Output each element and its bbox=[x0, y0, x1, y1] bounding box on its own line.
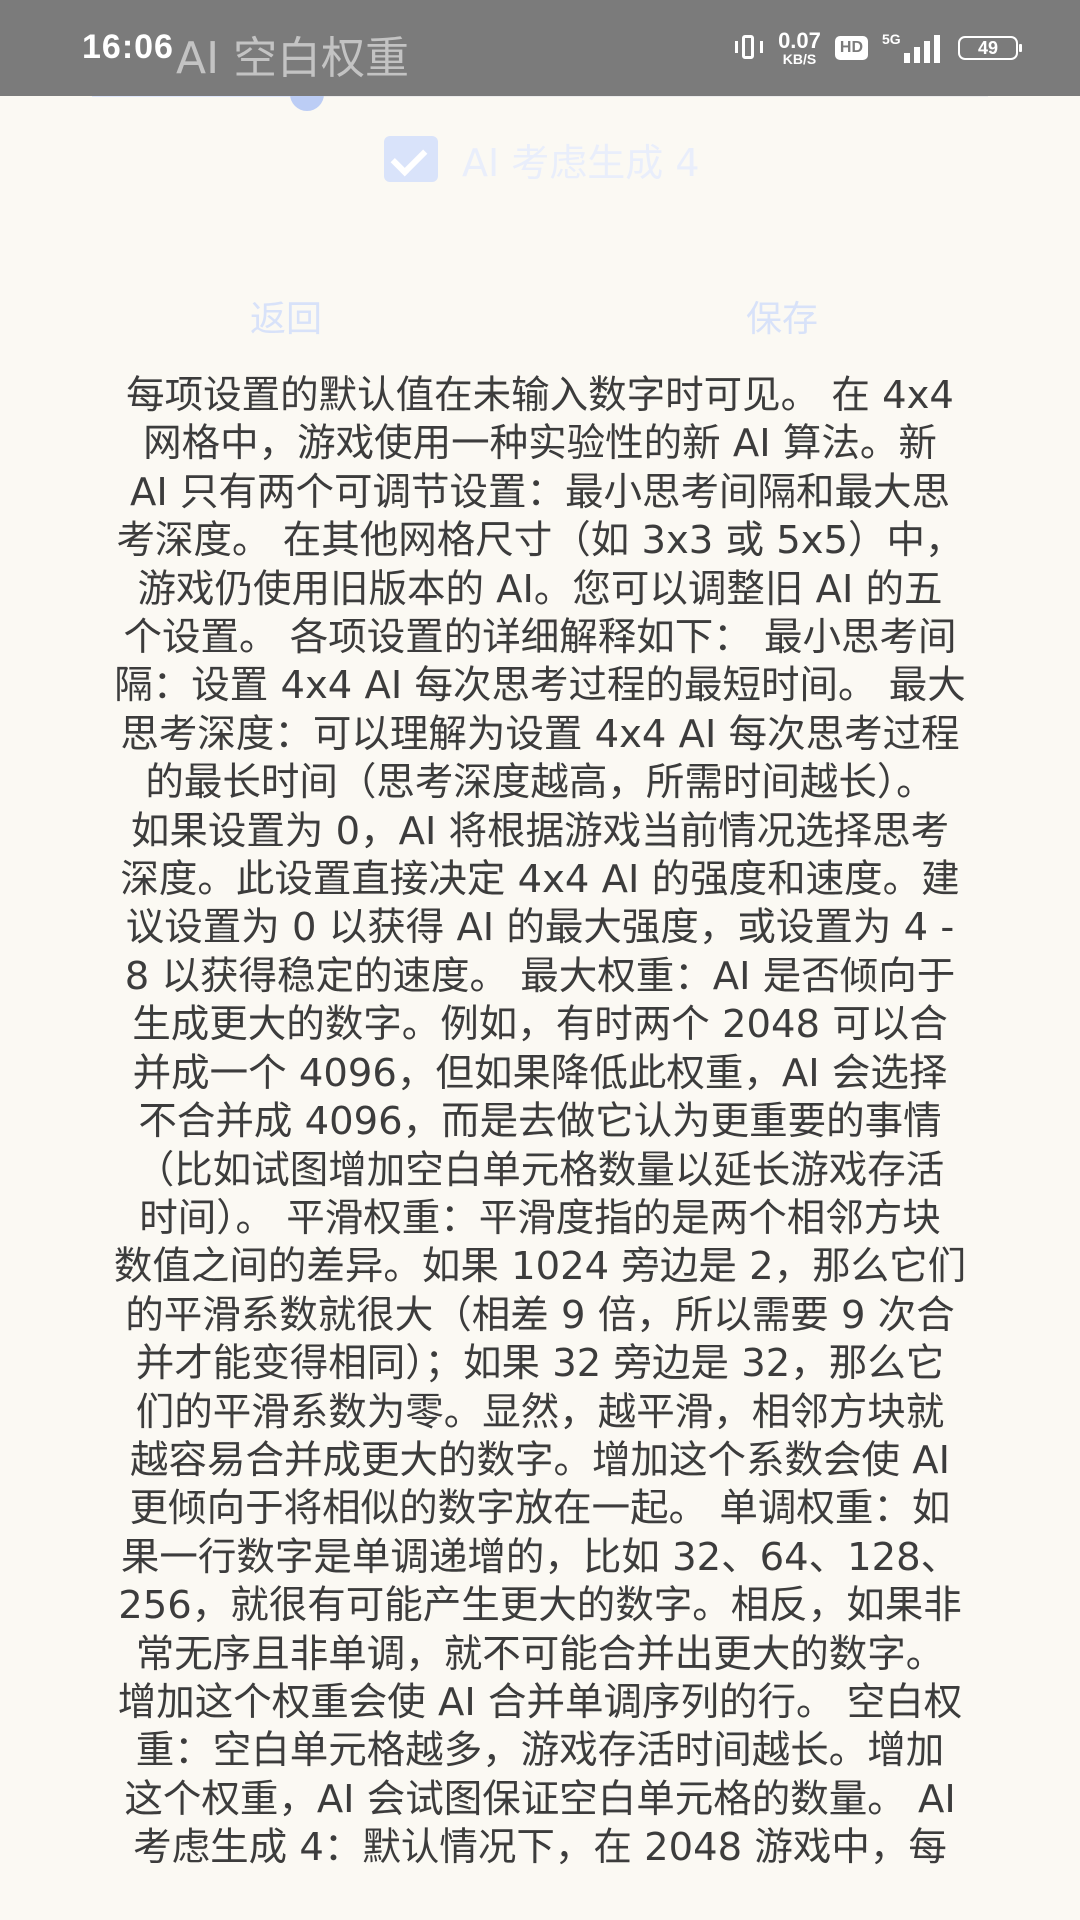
consider-spawn4-checkbox[interactable] bbox=[384, 136, 438, 182]
network-speed: 0.07 KB/S bbox=[778, 28, 821, 67]
signal-icon: 5G bbox=[882, 31, 944, 63]
vibrate-icon bbox=[734, 33, 764, 63]
hd-badge: HD bbox=[834, 36, 868, 60]
back-button[interactable]: 返回 bbox=[232, 280, 340, 352]
save-button[interactable]: 保存 bbox=[728, 280, 836, 352]
settings-page: AI 空白权重 16:06 0.07 KB/S HD 5G 49 AI 考虑生成… bbox=[0, 0, 1080, 1920]
consider-spawn4-row[interactable]: AI 考虑生成 4 bbox=[384, 134, 700, 185]
settings-help-text: 每项设置的默认值在未输入数字时可见。 在 4x4 网格中，游戏使用一种实验性的新… bbox=[113, 373, 967, 1871]
consider-spawn4-label: AI 考虑生成 4 bbox=[462, 140, 700, 185]
status-icons: 0.07 KB/S HD 5G 49 bbox=[734, 26, 1022, 70]
network-speed-unit: KB/S bbox=[782, 51, 817, 67]
battery-icon: 49 bbox=[958, 36, 1022, 60]
status-time: 16:06 bbox=[82, 28, 174, 66]
network-speed-value: 0.07 bbox=[778, 28, 821, 53]
status-bar: AI 空白权重 16:06 0.07 KB/S HD 5G 49 bbox=[0, 0, 1080, 96]
network-type: 5G bbox=[882, 31, 901, 47]
battery-level: 49 bbox=[977, 37, 999, 58]
behind-title: AI 空白权重 bbox=[176, 33, 410, 84]
